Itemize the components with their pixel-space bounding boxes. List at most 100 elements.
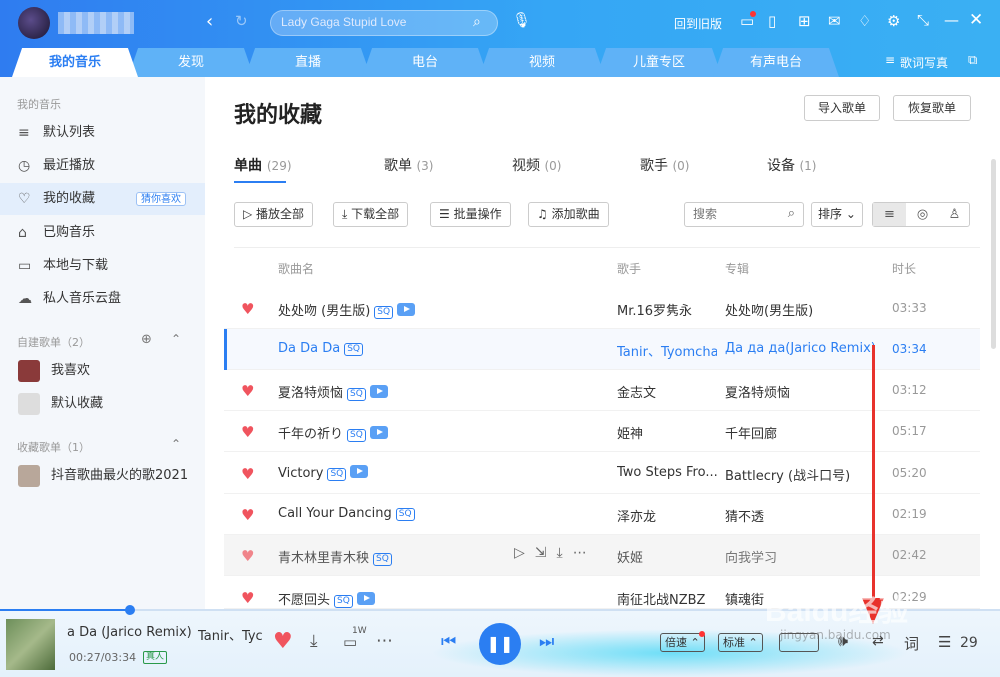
- tab-radio[interactable]: 电台: [362, 48, 488, 77]
- table-row[interactable]: ♥ 处处吻 (男生版) SQ Mr.16罗隽永 处处吻(男生版) 03:33: [224, 288, 980, 329]
- album-cell[interactable]: 千年回廊: [725, 423, 777, 442]
- album-cell[interactable]: 夏洛特烦恼: [725, 382, 790, 401]
- mail-icon[interactable]: ✉: [828, 14, 841, 29]
- sidebar-item-favorites[interactable]: ♡ 我的收藏 猜你喜欢: [0, 183, 205, 215]
- add-playlist-icon[interactable]: ⊕: [141, 332, 152, 347]
- skin-icon[interactable]: ♢: [858, 14, 871, 29]
- refresh-icon[interactable]: ↻: [235, 14, 248, 29]
- mv-icon[interactable]: [369, 385, 388, 398]
- album-cell[interactable]: Да да да(Jarico Remix): [725, 341, 876, 356]
- mv-icon[interactable]: [369, 426, 388, 439]
- guess-you-like-badge[interactable]: 猜你喜欢: [136, 192, 186, 206]
- playlist-item-douyin[interactable]: 抖音歌曲最火的歌2021: [0, 460, 205, 492]
- sidebar-item-local-download[interactable]: ▭ 本地与下载: [0, 250, 205, 282]
- sidebar-item-cloud[interactable]: ☁ 私人音乐云盘: [0, 283, 205, 315]
- table-row[interactable]: ♥ Victory SQ Two Steps Fro... Battlecry (…: [224, 453, 980, 494]
- singer-cell[interactable]: 泽亦龙: [617, 506, 717, 525]
- mv-icon[interactable]: [356, 592, 375, 605]
- back-icon[interactable]: ‹: [206, 13, 213, 31]
- song-name-cell[interactable]: Call Your Dancing SQ: [278, 506, 415, 521]
- quality-button[interactable]: 标准 ⌃: [718, 633, 763, 652]
- like-heart-icon[interactable]: ♥: [273, 629, 293, 654]
- sort-dropdown[interactable]: 排序 ⌄: [811, 202, 863, 227]
- sidebar-item-recent[interactable]: ◷ 最近播放: [0, 150, 205, 182]
- singer-cell[interactable]: 妖姬: [617, 547, 717, 566]
- sidebar-item-purchased[interactable]: ⌂ 已购音乐: [0, 217, 205, 249]
- previous-icon[interactable]: ⏮: [441, 632, 456, 652]
- song-name-cell[interactable]: Victory SQ: [278, 465, 369, 481]
- song-name-cell[interactable]: 千年の祈り SQ: [278, 423, 388, 442]
- minimize-icon[interactable]: —: [944, 13, 959, 28]
- song-name-cell[interactable]: 不愿回头 SQ: [278, 589, 375, 608]
- song-name-cell[interactable]: Da Da Da SQ: [278, 341, 363, 356]
- album-cell[interactable]: Battlecry (战斗口号): [725, 465, 850, 484]
- progress-knob[interactable]: [125, 605, 135, 615]
- username-blurred[interactable]: [58, 12, 134, 34]
- list-view-icon[interactable]: ≡: [873, 203, 906, 226]
- search-icon[interactable]: ⌕: [473, 15, 481, 29]
- settings-icon[interactable]: ⚙: [887, 14, 900, 29]
- album-cell[interactable]: 镇魂街: [725, 589, 764, 608]
- play-icon[interactable]: ▷: [514, 545, 535, 561]
- album-cell[interactable]: 处处吻(男生版): [725, 300, 813, 319]
- subtab-songs[interactable]: 单曲 (29): [234, 155, 292, 175]
- mv-icon[interactable]: [397, 303, 416, 316]
- table-row[interactable]: ♥ 夏洛特烦恼 SQ 金志文 夏洛特烦恼 03:12: [224, 370, 980, 411]
- subtab-devices[interactable]: 设备 (1): [767, 155, 816, 175]
- song-name-cell[interactable]: 青木林里青木秧 SQ: [278, 547, 392, 566]
- avatar[interactable]: [18, 7, 50, 39]
- heart-icon[interactable]: ♥: [241, 382, 254, 400]
- apps-icon[interactable]: ⊞: [798, 14, 811, 29]
- sidebar-item-default-list[interactable]: ≡ 默认列表: [0, 117, 205, 149]
- play-all-button[interactable]: ▷ 播放全部: [234, 202, 314, 227]
- close-icon[interactable]: ✕: [969, 12, 983, 29]
- add-to-icon[interactable]: ⇲: [535, 545, 557, 561]
- tab-discover[interactable]: 发现: [128, 48, 254, 77]
- heart-icon[interactable]: ♥: [241, 506, 254, 524]
- subtab-singers[interactable]: 歌手 (0): [640, 155, 689, 175]
- subtab-playlists[interactable]: 歌单 (3): [384, 155, 433, 175]
- collapse-icon[interactable]: ⌃: [171, 437, 181, 451]
- heart-icon[interactable]: ♥: [241, 465, 254, 483]
- tab-kids[interactable]: 儿童专区: [596, 48, 722, 77]
- download-icon[interactable]: ⤓: [557, 545, 573, 561]
- album-cover[interactable]: [6, 619, 55, 670]
- lyric-photo-button[interactable]: 歌词写真: [900, 54, 948, 71]
- heart-icon[interactable]: ♥: [241, 423, 254, 441]
- queue-icon[interactable]: ☰: [938, 633, 951, 651]
- add-song-button[interactable]: ♫ 添加歌曲: [528, 202, 609, 227]
- subtab-videos[interactable]: 视频 (0): [512, 155, 561, 175]
- tab-video[interactable]: 视频: [479, 48, 605, 77]
- now-playing-title[interactable]: a Da (Jarico Remix): [67, 625, 192, 640]
- speed-button[interactable]: 倍速 ⌃: [660, 633, 705, 652]
- import-playlist-button[interactable]: 导入歌单: [804, 95, 880, 121]
- singer-cell[interactable]: 姫神: [617, 423, 717, 442]
- phone-icon[interactable]: ▯: [768, 14, 776, 29]
- singer-cell[interactable]: Tanir、Tyomcha: [617, 341, 717, 360]
- now-playing-artist[interactable]: Tanir、Tyc: [198, 625, 263, 644]
- restore-playlist-button[interactable]: 恢复歌单: [893, 95, 971, 121]
- scrollbar[interactable]: [991, 159, 996, 349]
- heart-icon[interactable]: ♥: [241, 300, 254, 318]
- album-view-icon[interactable]: ◎: [906, 203, 939, 226]
- song-search-box[interactable]: ⌕: [684, 202, 804, 227]
- song-name-cell[interactable]: 处处吻 (男生版) SQ: [278, 300, 416, 319]
- tab-audiobook[interactable]: 有声电台: [713, 48, 839, 77]
- mv-icon[interactable]: [350, 465, 369, 478]
- pause-button[interactable]: ❚❚: [479, 623, 521, 665]
- playlist-item-default-collect[interactable]: 默认收藏: [0, 388, 205, 420]
- singer-cell[interactable]: 金志文: [617, 382, 717, 401]
- playlist-item-like[interactable]: 我喜欢: [0, 355, 205, 387]
- song-search-input[interactable]: [693, 207, 773, 221]
- table-row[interactable]: ♥ 千年の祈り SQ 姫神 千年回廊 05:17: [224, 411, 980, 452]
- tab-live[interactable]: 直播: [245, 48, 371, 77]
- table-row-playing[interactable]: Da Da Da SQ Tanir、Tyomcha Да да да(Jarico…: [224, 329, 980, 370]
- singer-cell[interactable]: Two Steps Fro...: [617, 465, 717, 480]
- search-icon[interactable]: ⌕: [788, 206, 795, 221]
- search-input[interactable]: [281, 15, 471, 29]
- table-row-hovered[interactable]: ♥ 青木林里青木秧 SQ ▷⇲⤓⋯ 妖姬 向我学习 02:42: [224, 535, 980, 576]
- search-box[interactable]: ⌕: [270, 10, 498, 36]
- table-row[interactable]: ♥ Call Your Dancing SQ 泽亦龙 猜不透 02:19: [224, 494, 980, 535]
- singer-cell[interactable]: Mr.16罗隽永: [617, 300, 717, 319]
- heart-icon[interactable]: ♥: [241, 547, 254, 565]
